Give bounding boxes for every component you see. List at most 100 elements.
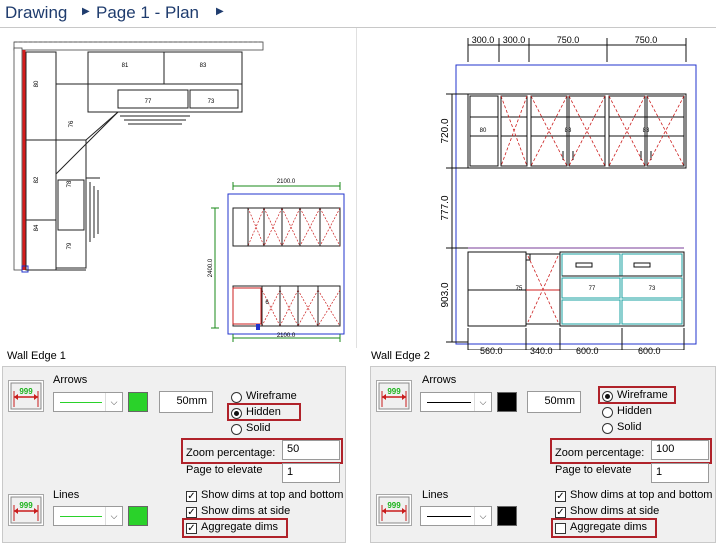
highlight-box (550, 438, 712, 464)
checkbox-dims-side[interactable]: ✓ (186, 507, 197, 518)
arrow-style-dropdown[interactable]: ⌵ (53, 392, 123, 412)
plan-label: 77 (145, 99, 152, 105)
dimension-icon: 999 (378, 496, 410, 524)
chevron-down-icon: ⌵ (474, 507, 491, 525)
arrows-label: Arrows (53, 374, 88, 386)
svg-text:999: 999 (19, 387, 33, 396)
cabinet-label: 73 (649, 286, 656, 292)
page-to-elevate-input[interactable]: 1 (282, 463, 340, 483)
divider (356, 28, 357, 348)
breadcrumb: Drawing ▶ Page 1 - Plan ▶ (0, 0, 716, 28)
plan-drawing-wall-edge-1: 80 81 83 77 73 76 82 78 84 79 2100.0 240… (13, 41, 345, 342)
cabinet-label: 77 (589, 286, 596, 292)
radio-solid-label: Solid (617, 421, 642, 433)
line-style-dropdown[interactable]: ⌵ (420, 506, 492, 526)
highlight-box (182, 518, 288, 538)
dimension-icon: 999 (10, 496, 42, 524)
line-style-dropdown[interactable]: ⌵ (53, 506, 123, 526)
arrow-size-input[interactable]: 50mm (527, 391, 581, 413)
lines-label: Lines (53, 489, 80, 501)
checkbox-dims-top-bottom[interactable]: ✓ (186, 491, 197, 502)
top-dim: 750.0 (557, 35, 580, 45)
dimension-icon: 999 (10, 382, 42, 410)
dimension-icon: 999 (378, 382, 410, 410)
elevation-drawing-wall-edge-2: 300.0 300.0 750.0 750.0 720.0 777.0 903.… (440, 35, 697, 350)
bottom-dim: 560.0 (480, 346, 503, 356)
checkbox-dims-side[interactable]: ✓ (555, 507, 566, 518)
top-dim: 750.0 (635, 35, 658, 45)
arrow-dim-icon-button[interactable]: 999 (376, 380, 412, 412)
checkbox-dims-top-bottom-label: Show dims at top and bottom (201, 489, 344, 501)
radio-solid[interactable] (231, 424, 242, 435)
svg-text:999: 999 (19, 501, 33, 510)
side-dim: 720.0 (440, 118, 451, 143)
plan-label: 73 (208, 99, 215, 105)
arrows-label: Arrows (422, 374, 457, 386)
breadcrumb-page[interactable]: Page 1 - Plan (96, 3, 199, 23)
line-sample (60, 516, 102, 517)
side-dim: 903.0 (440, 282, 451, 307)
radio-solid[interactable] (602, 423, 613, 434)
side-dim: 777.0 (440, 195, 451, 220)
line-color-swatch[interactable] (497, 506, 517, 526)
arrow-size-input[interactable]: 50mm (159, 391, 213, 413)
cabinet-label: 75 (516, 286, 523, 292)
svg-text:999: 999 (387, 501, 401, 510)
chevron-down-icon: ⌵ (105, 393, 122, 411)
line-dim-icon-button[interactable]: 999 (8, 494, 44, 526)
checkbox-dims-side-label: Show dims at side (201, 505, 291, 517)
line-sample (60, 402, 102, 403)
radio-hidden[interactable] (602, 407, 613, 418)
line-sample (427, 516, 471, 517)
checkbox-dims-top-bottom[interactable]: ✓ (555, 491, 566, 502)
radio-hidden-label: Hidden (617, 405, 652, 417)
plan-label: 82 (34, 176, 40, 183)
radio-wireframe-label: Wireframe (246, 390, 297, 402)
chevron-down-icon: ⌵ (474, 393, 491, 411)
plan-label: 79 (67, 242, 73, 249)
page-to-elevate-label: Page to elevate (186, 464, 263, 476)
elevation-height-dim: 2400.0 (208, 258, 214, 277)
checkbox-dims-top-bottom-label: Show dims at top and bottom (570, 489, 713, 501)
chevron-right-icon: ▶ (216, 6, 224, 17)
bottom-dim: 340.0 (530, 346, 553, 356)
line-color-swatch[interactable] (128, 506, 148, 526)
lines-label: Lines (422, 489, 449, 501)
line-sample (427, 402, 471, 403)
breadcrumb-drawing[interactable]: Drawing (5, 3, 67, 23)
highlight-box (551, 518, 657, 538)
checkbox-dims-side-label: Show dims at side (570, 505, 660, 517)
radio-solid-label: Solid (246, 422, 271, 434)
plan-label: 80 (34, 80, 40, 87)
top-dim: 300.0 (503, 35, 526, 45)
elevation-bottom-dim: 2100.0 (277, 333, 296, 339)
panel-title-left: Wall Edge 1 (7, 350, 66, 362)
plan-label: 81 (122, 63, 129, 69)
panel-title-right: Wall Edge 2 (371, 350, 430, 362)
bottom-dim: 600.0 (638, 346, 661, 356)
arrow-dim-icon-button[interactable]: 999 (8, 380, 44, 412)
radio-wireframe[interactable] (231, 392, 242, 403)
cabinet-label: 80 (480, 128, 487, 134)
cabinet-label: 83 (643, 128, 650, 134)
bottom-dim: 600.0 (576, 346, 599, 356)
plan-label: 76 (69, 120, 75, 127)
arrow-style-dropdown[interactable]: ⌵ (420, 392, 492, 412)
page-to-elevate-input[interactable]: 1 (651, 463, 709, 483)
plan-label: 78 (67, 180, 73, 187)
plan-label: 83 (200, 63, 207, 69)
line-dim-icon-button[interactable]: 999 (376, 494, 412, 526)
plan-label: 84 (34, 224, 40, 231)
highlight-box (181, 438, 343, 464)
svg-text:999: 999 (387, 387, 401, 396)
arrow-color-swatch[interactable] (497, 392, 517, 412)
chevron-right-icon: ▶ (82, 6, 90, 17)
top-dim: 300.0 (472, 35, 495, 45)
elevation-width-dim: 2100.0 (277, 179, 296, 185)
highlight-box (598, 386, 676, 404)
highlight-box (227, 403, 301, 421)
page-to-elevate-label: Page to elevate (555, 464, 632, 476)
cabinet-label: 83 (565, 128, 572, 134)
chevron-down-icon: ⌵ (105, 507, 122, 525)
arrow-color-swatch[interactable] (128, 392, 148, 412)
